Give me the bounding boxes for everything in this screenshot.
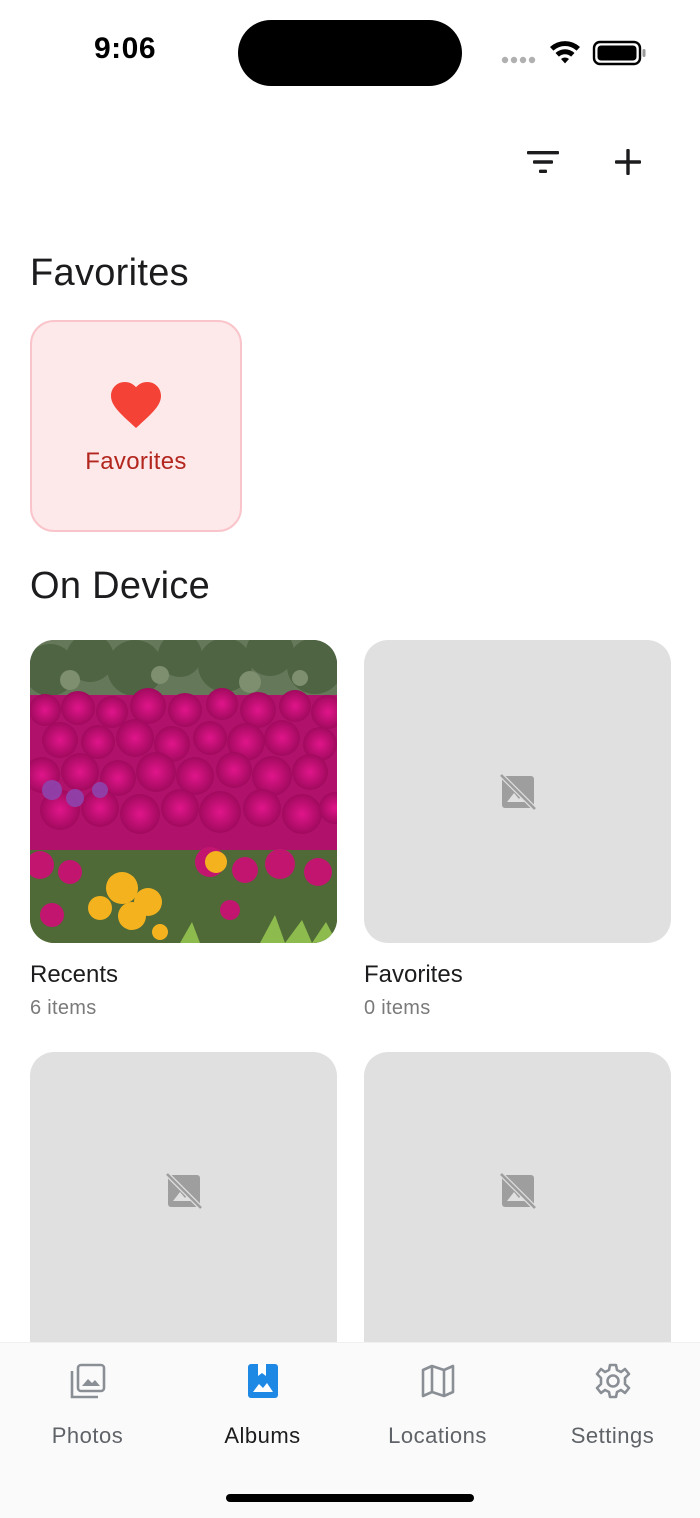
section-title-on-device: On Device bbox=[30, 565, 211, 607]
home-indicator bbox=[226, 1494, 474, 1502]
wifi-icon bbox=[550, 41, 580, 64]
nav-label: Locations bbox=[388, 1423, 487, 1448]
signal-dots-icon bbox=[501, 56, 536, 64]
dynamic-island bbox=[238, 20, 462, 86]
gear-icon bbox=[593, 1361, 633, 1401]
top-app-bar bbox=[0, 130, 700, 194]
album-item[interactable] bbox=[30, 1052, 337, 1382]
album-thumbnail-empty bbox=[364, 640, 671, 943]
nav-item-albums[interactable]: Albums bbox=[175, 1361, 350, 1449]
status-icons bbox=[500, 36, 650, 68]
nav-label: Settings bbox=[570, 1423, 655, 1448]
no-image-icon bbox=[498, 772, 537, 811]
photos-icon bbox=[68, 1361, 108, 1401]
album-thumbnail-empty bbox=[30, 1052, 337, 1382]
nav-item-photos[interactable]: Photos bbox=[0, 1361, 175, 1449]
filter-icon bbox=[527, 151, 559, 173]
plus-icon bbox=[615, 149, 641, 175]
album-count: 6 items bbox=[30, 997, 97, 1019]
nav-label: Photos bbox=[51, 1423, 124, 1448]
filter-button[interactable] bbox=[515, 134, 571, 190]
album-item[interactable] bbox=[364, 1052, 671, 1382]
map-icon bbox=[418, 1361, 458, 1401]
album-recents[interactable]: Recents 6 items bbox=[30, 640, 337, 1020]
no-image-icon bbox=[498, 1172, 537, 1210]
album-count: 0 items bbox=[364, 997, 431, 1019]
heart-icon bbox=[111, 382, 161, 428]
status-time: 9:06 bbox=[94, 32, 157, 65]
bottom-navigation-bar: Photos Albums Locations Settings bbox=[0, 1342, 700, 1518]
favorites-card-label: Favorites bbox=[85, 448, 187, 475]
nav-item-settings[interactable]: Settings bbox=[525, 1361, 700, 1449]
album-thumbnail-empty bbox=[364, 1052, 671, 1382]
album-thumbnail-photo bbox=[30, 640, 337, 943]
album-name: Recents bbox=[30, 961, 119, 988]
add-album-button[interactable] bbox=[600, 134, 656, 190]
album-name: Favorites bbox=[364, 961, 463, 988]
album-icon bbox=[243, 1361, 283, 1401]
battery-icon bbox=[592, 40, 646, 66]
flower-photo bbox=[30, 640, 337, 943]
no-image-icon bbox=[164, 1172, 203, 1210]
album-favorites[interactable]: Favorites 0 items bbox=[364, 640, 671, 1020]
section-title-favorites: Favorites bbox=[30, 252, 189, 294]
nav-label: Albums bbox=[224, 1423, 301, 1448]
favorites-card[interactable]: Favorites bbox=[30, 320, 242, 532]
status-bar: 9:06 bbox=[0, 0, 700, 100]
nav-item-locations[interactable]: Locations bbox=[350, 1361, 525, 1449]
